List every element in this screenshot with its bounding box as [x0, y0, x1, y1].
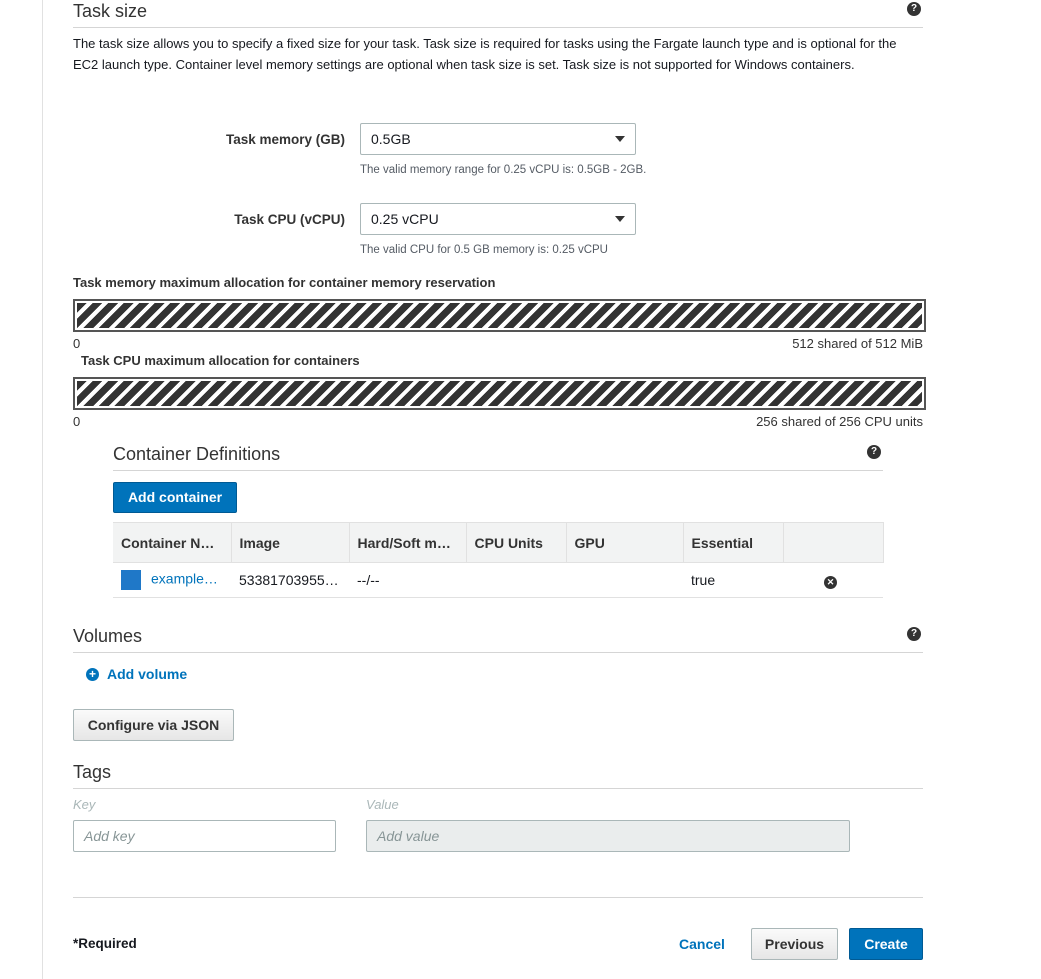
tag-value-label: Value	[366, 797, 399, 812]
column-header-cpu-units[interactable]: CPU Units	[466, 522, 567, 563]
task-cpu-hint: The valid CPU for 0.5 GB memory is: 0.25…	[360, 244, 608, 256]
previous-button[interactable]: Previous	[751, 928, 838, 960]
left-border	[42, 0, 43, 979]
required-note: *Required	[73, 936, 137, 951]
column-header-gpu[interactable]: GPU	[566, 522, 684, 563]
cpu-allocation-label: Task CPU maximum allocation for containe…	[81, 353, 360, 368]
column-header-image[interactable]: Image	[231, 522, 350, 563]
memory-allocation-fill	[77, 303, 922, 328]
cancel-button[interactable]: Cancel	[679, 936, 725, 952]
create-button[interactable]: Create	[849, 928, 923, 960]
task-cpu-value: 0.25 vCPU	[371, 211, 439, 227]
container-remove-cell: ✕	[783, 562, 883, 598]
task-memory-select[interactable]: 0.5GB	[360, 123, 636, 155]
table-row: example… 53381703955… --/-- true ✕	[113, 562, 883, 598]
add-volume-label: Add volume	[107, 666, 188, 682]
container-name-link[interactable]: example…	[151, 571, 218, 587]
container-cpu-cell	[466, 562, 566, 598]
volumes-divider	[73, 652, 923, 653]
tag-key-label: Key	[73, 797, 96, 812]
task-cpu-select[interactable]: 0.25 vCPU	[360, 203, 636, 235]
column-header-memory[interactable]: Hard/Soft m…	[349, 522, 467, 563]
task-size-help-icon[interactable]: ?	[907, 2, 921, 16]
column-header-actions	[783, 522, 884, 563]
table-header-row: Container N… Image Hard/Soft m… CPU Unit…	[113, 522, 884, 563]
add-container-button[interactable]: Add container	[113, 482, 237, 513]
container-essential-cell: true	[683, 562, 783, 598]
task-memory-hint: The valid memory range for 0.25 vCPU is:…	[360, 164, 647, 176]
container-gpu-cell	[566, 562, 683, 598]
configure-json-button[interactable]: Configure via JSON	[73, 709, 234, 741]
footer-divider	[73, 897, 923, 898]
container-color-swatch	[121, 570, 141, 590]
chevron-down-icon	[615, 216, 625, 222]
container-image-cell: 53381703955…	[231, 562, 349, 598]
volumes-title: Volumes	[73, 626, 143, 646]
memory-allocation-bar	[73, 299, 926, 332]
task-cpu-label: Task CPU (vCPU)	[234, 212, 345, 227]
container-definitions-title: Container Definitions	[113, 444, 281, 464]
plus-circle-icon: +	[86, 668, 99, 681]
cpu-allocation-bar	[73, 377, 926, 410]
remove-container-icon[interactable]: ✕	[824, 575, 837, 589]
container-definitions-divider	[113, 470, 883, 471]
tags-title: Tags	[73, 762, 112, 782]
task-memory-value: 0.5GB	[371, 131, 411, 147]
column-header-essential[interactable]: Essential	[683, 522, 784, 563]
container-definitions-help-icon[interactable]: ?	[867, 445, 881, 459]
memory-allocation-label: Task memory maximum allocation for conta…	[73, 275, 496, 290]
cpu-allocation-max: 256 shared of 256 CPU units	[756, 414, 923, 429]
container-memory-cell: --/--	[349, 562, 466, 598]
cpu-allocation-min: 0	[73, 414, 81, 429]
tag-key-input[interactable]: Add key	[73, 820, 336, 852]
container-definitions-table: Container N… Image Hard/Soft m… CPU Unit…	[113, 522, 884, 598]
column-header-name[interactable]: Container N…	[113, 522, 232, 563]
volumes-help-icon[interactable]: ?	[907, 627, 921, 641]
task-size-description: The task size allows you to specify a fi…	[73, 36, 897, 72]
memory-allocation-max: 512 shared of 512 MiB	[792, 336, 923, 351]
memory-allocation-min: 0	[73, 336, 81, 351]
add-volume-link[interactable]: + Add volume	[86, 666, 187, 682]
tag-value-input[interactable]: Add value	[366, 820, 850, 852]
task-memory-label: Task memory (GB)	[225, 132, 345, 147]
chevron-down-icon	[615, 136, 625, 142]
tags-divider	[73, 788, 923, 789]
container-name-cell: example…	[113, 562, 231, 598]
task-size-divider	[73, 27, 923, 28]
task-size-title: Task size	[73, 1, 148, 21]
cpu-allocation-fill	[77, 381, 922, 406]
